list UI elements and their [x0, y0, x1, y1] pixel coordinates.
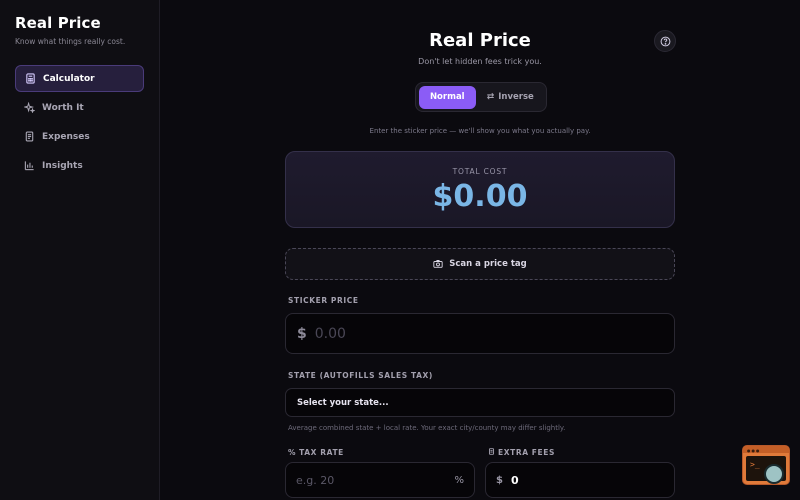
- tax-rate-input[interactable]: [296, 473, 446, 487]
- sidebar-item-label: Expenses: [42, 131, 90, 142]
- page-subtitle: Don't let hidden fees trick you.: [418, 57, 542, 66]
- percent-suffix: %: [454, 474, 464, 486]
- state-note: Average combined state + local rate. You…: [288, 424, 566, 432]
- sticker-price-label: STICKER PRICE: [288, 296, 359, 305]
- sidebar-item-expenses[interactable]: Expenses: [15, 123, 144, 150]
- sidebar-item-label: Calculator: [43, 73, 95, 84]
- mode-normal-button[interactable]: Normal: [419, 85, 476, 109]
- state-select[interactable]: Select your state...: [285, 388, 675, 417]
- sidebar-item-calculator[interactable]: Calculator: [15, 65, 144, 92]
- total-cost-label: TOTAL COST: [452, 167, 508, 176]
- sidebar-nav: Calculator Worth It Expenses Insights: [15, 65, 144, 179]
- sidebar: Real Price Know what things really cost.…: [0, 0, 160, 500]
- camera-icon: [433, 259, 443, 269]
- magnifier-icon: [764, 464, 784, 484]
- receipt-icon: [23, 131, 35, 143]
- bar-chart-icon: [23, 160, 35, 172]
- currency-symbol: $: [297, 325, 307, 342]
- app-title: Real Price: [15, 14, 101, 32]
- state-label: STATE (AUTOFILLS SALES TAX): [288, 371, 433, 380]
- currency-symbol: $: [496, 474, 503, 486]
- main-panel: Real Price Don't let hidden fees trick y…: [160, 0, 800, 500]
- terminal-prompt-icon: >_: [750, 460, 760, 469]
- tax-rate-field: %: [285, 462, 475, 498]
- extra-fees-input[interactable]: [510, 473, 651, 487]
- mode-inverse-label: Inverse: [498, 92, 534, 102]
- mode-toggle: Normal ⇄ Inverse: [415, 82, 547, 112]
- help-circle-icon: [660, 36, 671, 47]
- total-cost-value: $0.00: [432, 179, 528, 214]
- sidebar-item-label: Insights: [42, 160, 83, 171]
- sidebar-item-insights[interactable]: Insights: [15, 152, 144, 179]
- percent-icon: %: [288, 448, 297, 457]
- sidebar-item-label: Worth It: [42, 102, 84, 113]
- calculator-icon: [24, 73, 36, 85]
- instruction-text: Enter the sticker price — we'll show you…: [369, 127, 591, 135]
- sidebar-item-worth-it[interactable]: Worth It: [15, 94, 144, 121]
- extra-fees-field: $: [485, 462, 675, 498]
- extra-fees-label: EXTRA FEES: [488, 448, 555, 457]
- scan-label: Scan a price tag: [449, 259, 527, 269]
- widget-titlebar: ●●●: [743, 446, 789, 453]
- sparkle-icon: [23, 102, 35, 114]
- receipt-icon: [488, 448, 495, 457]
- tax-rate-label: % TAX RATE: [288, 448, 344, 457]
- total-cost-card: TOTAL COST $0.00: [285, 151, 675, 228]
- sticker-price-input[interactable]: [314, 325, 645, 342]
- window-dots-icon: ●●●: [747, 448, 761, 453]
- scan-price-tag-button[interactable]: Scan a price tag: [285, 248, 675, 280]
- devtools-widget-button[interactable]: ●●● >_: [742, 445, 790, 485]
- page-title: Real Price: [429, 30, 531, 51]
- extra-fees-label-text: EXTRA FEES: [498, 448, 555, 457]
- swap-icon: ⇄: [486, 92, 495, 102]
- app-subtitle: Know what things really cost.: [15, 37, 126, 46]
- widget-body: >_: [746, 456, 786, 484]
- tax-rate-label-text: TAX RATE: [299, 448, 344, 457]
- mode-inverse-button[interactable]: ⇄ Inverse: [478, 86, 543, 109]
- sticker-price-field: $: [285, 313, 675, 354]
- help-button[interactable]: [654, 30, 676, 52]
